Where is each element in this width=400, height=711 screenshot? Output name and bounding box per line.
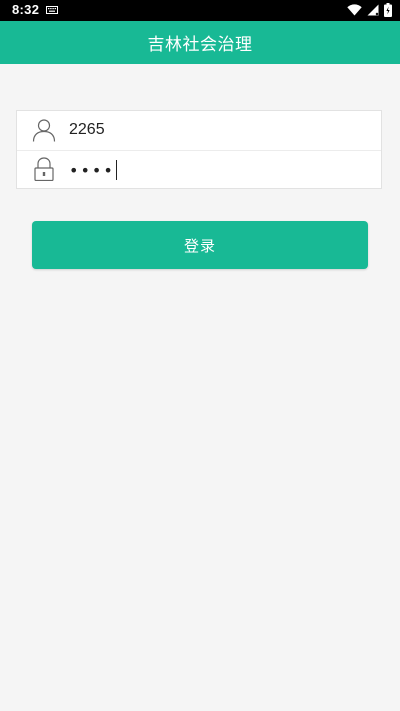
- status-icons: [347, 3, 392, 17]
- user-icon: [32, 119, 56, 142]
- status-time: 8:32: [12, 2, 40, 17]
- battery-icon: [384, 3, 392, 17]
- status-bar: 8:32: [0, 0, 400, 21]
- lock-icon: [34, 157, 54, 181]
- login-button[interactable]: 登录: [32, 221, 368, 269]
- username-row: [17, 111, 381, 150]
- password-mask: ••••: [69, 160, 115, 180]
- signal-icon: [367, 4, 379, 16]
- username-input[interactable]: [69, 111, 369, 149]
- app-bar: 吉林社会治理: [0, 21, 400, 64]
- text-cursor: [115, 160, 117, 180]
- wifi-icon: [347, 4, 362, 16]
- app-title: 吉林社会治理: [147, 35, 253, 55]
- password-input[interactable]: ••••: [69, 151, 117, 189]
- password-row: ••••: [17, 150, 381, 190]
- keyboard-icon: [46, 6, 58, 14]
- login-form: ••••: [16, 110, 382, 189]
